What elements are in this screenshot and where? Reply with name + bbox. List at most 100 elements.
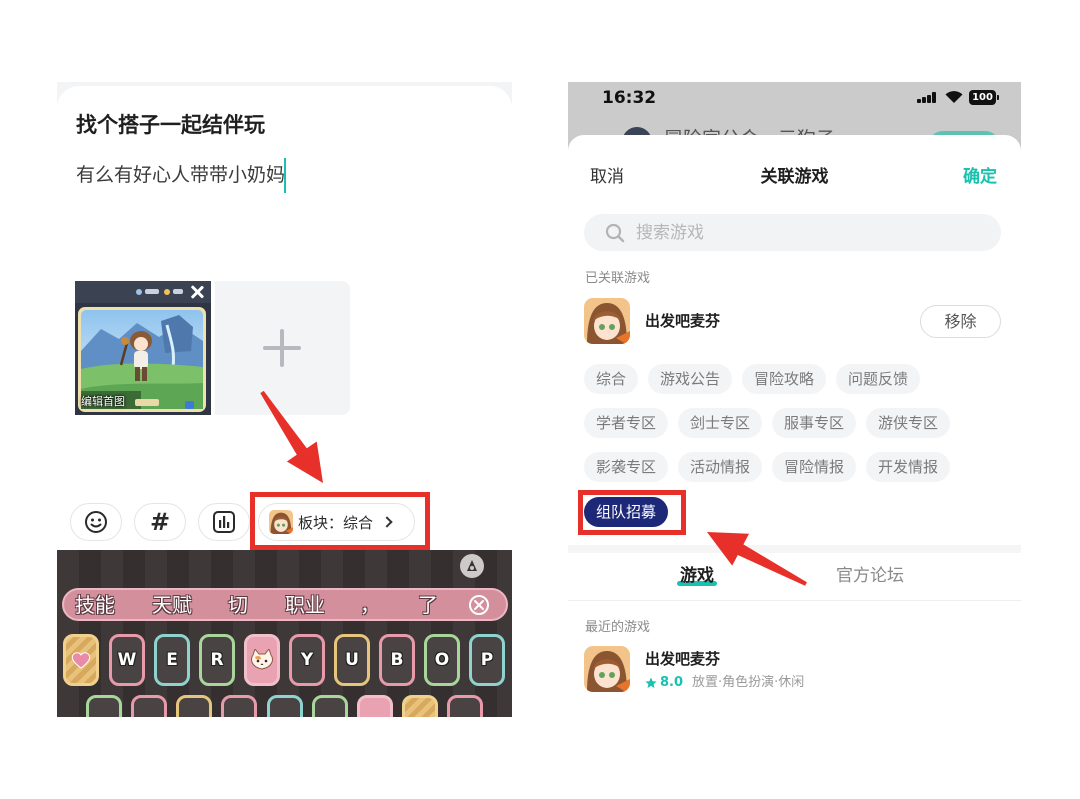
tag-chip[interactable]: 剑士专区 bbox=[678, 408, 763, 438]
key[interactable] bbox=[312, 695, 348, 717]
tag-row: 学者专区 剑士专区 服事专区 游侠专区 bbox=[584, 408, 951, 438]
add-image-tile[interactable] bbox=[215, 281, 350, 415]
key[interactable] bbox=[357, 695, 393, 717]
clear-suggestions-icon[interactable] bbox=[468, 594, 490, 616]
tag-chip[interactable]: 综合 bbox=[584, 364, 639, 394]
recent-games-label: 最近的游戏 bbox=[585, 620, 651, 635]
link-game-screen: 16:32 100 冒险家公会 - 元狗子 取消 关联游戏 确定 已关联游戏 bbox=[568, 82, 1021, 717]
post-body-field[interactable]: 有么有好心人带带小奶妈 bbox=[76, 162, 285, 188]
linked-game-name: 出发吧麦芬 bbox=[645, 312, 721, 330]
key-label: U bbox=[345, 650, 359, 670]
poll-chart-icon bbox=[213, 511, 235, 533]
wifi-icon bbox=[945, 91, 963, 103]
recent-game-meta: 8.0 放置·角色扮演·休闲 bbox=[645, 675, 804, 691]
search-icon bbox=[605, 223, 625, 243]
section-separator bbox=[568, 545, 1021, 553]
tab-official-forum[interactable]: 官方论坛 bbox=[830, 564, 910, 588]
tab-games[interactable]: 游戏 bbox=[672, 564, 722, 588]
keyboard: 技能 天赋 切 职业 ， 了 W E R Y U B O P bbox=[57, 550, 512, 717]
linked-games-label: 已关联游戏 bbox=[585, 271, 651, 286]
tag-chip[interactable]: 开发情报 bbox=[866, 452, 951, 482]
suggestion-bar: 技能 天赋 切 职业 ， 了 bbox=[62, 588, 508, 621]
key-label: P bbox=[480, 650, 494, 670]
key-w[interactable]: W bbox=[109, 634, 145, 686]
key-label: R bbox=[210, 650, 224, 670]
game-genres: 放置·角色扮演·休闲 bbox=[692, 675, 805, 690]
keyboard-theme-icon[interactable] bbox=[460, 554, 484, 578]
suggestion-item[interactable]: 了 bbox=[403, 592, 453, 618]
key-label: B bbox=[390, 650, 404, 670]
section-selector-button[interactable]: 板块：综合 bbox=[258, 503, 415, 541]
sheet-title: 关联游戏 bbox=[760, 167, 829, 187]
suggestion-item[interactable]: 职业 bbox=[280, 592, 330, 618]
link-game-sheet: 取消 关联游戏 确定 已关联游戏 出发吧麦芬 移除 综合 bbox=[568, 135, 1021, 717]
confirm-button[interactable]: 确定 bbox=[963, 165, 997, 189]
tag-chip[interactable]: 活动情报 bbox=[678, 452, 763, 482]
signal-icon bbox=[917, 92, 937, 103]
key[interactable] bbox=[176, 695, 212, 717]
key-b[interactable]: B bbox=[379, 634, 415, 686]
tag-chip[interactable]: 冒险攻略 bbox=[742, 364, 827, 394]
emoji-icon bbox=[85, 511, 107, 533]
suggestion-item[interactable]: ， bbox=[345, 592, 395, 618]
star-icon bbox=[645, 677, 657, 688]
recent-game-name[interactable]: 出发吧麦芬 bbox=[645, 649, 720, 669]
section-label: 板块：综合 bbox=[298, 513, 374, 532]
game-rating: 8.0 bbox=[660, 675, 684, 690]
tag-chip[interactable]: 影袭专区 bbox=[584, 452, 669, 482]
remove-button[interactable]: 移除 bbox=[920, 305, 1001, 338]
cat-icon bbox=[251, 649, 273, 670]
key[interactable] bbox=[267, 695, 303, 717]
tag-row: 综合 游戏公告 冒险攻略 问题反馈 bbox=[584, 364, 921, 394]
key-y[interactable]: Y bbox=[289, 634, 325, 686]
key-r[interactable]: R bbox=[199, 634, 235, 686]
search-bar[interactable] bbox=[584, 214, 1001, 251]
battery-icon: 100 bbox=[969, 90, 999, 105]
key[interactable] bbox=[131, 695, 167, 717]
tag-chip[interactable]: 学者专区 bbox=[584, 408, 669, 438]
key-label: E bbox=[166, 650, 178, 670]
divider bbox=[568, 600, 1021, 601]
key[interactable] bbox=[86, 695, 122, 717]
chevron-right-icon bbox=[381, 516, 393, 528]
game-icon[interactable] bbox=[584, 646, 630, 692]
key[interactable] bbox=[447, 695, 483, 717]
key-e[interactable]: E bbox=[154, 634, 190, 686]
tag-row: 组队招募 bbox=[584, 497, 669, 527]
key[interactable] bbox=[402, 695, 438, 717]
status-time: 16:32 bbox=[602, 88, 657, 108]
key-label: O bbox=[434, 650, 450, 670]
edit-cover-label[interactable]: 编辑首图 bbox=[81, 395, 125, 409]
key[interactable] bbox=[221, 695, 257, 717]
tag-row: 影袭专区 活动情报 冒险情报 开发情报 bbox=[584, 452, 951, 482]
close-icon[interactable] bbox=[189, 284, 205, 300]
cover-image[interactable]: 编辑首图 bbox=[75, 281, 211, 415]
search-input[interactable] bbox=[636, 214, 986, 251]
poll-button[interactable] bbox=[198, 503, 250, 541]
emoji-button[interactable] bbox=[70, 503, 122, 541]
post-editor-screen: 找个搭子一起结伴玩 有么有好心人带带小奶妈 编辑首图 # 板块：综合 技能 天赋… bbox=[57, 82, 512, 717]
text-cursor bbox=[284, 158, 286, 193]
key-label: W bbox=[117, 650, 137, 670]
suggestion-item[interactable]: 技能 bbox=[70, 592, 120, 618]
post-title-field[interactable]: 找个搭子一起结伴玩 bbox=[76, 112, 265, 138]
key-label: Y bbox=[300, 650, 314, 670]
tag-chip[interactable]: 服事专区 bbox=[772, 408, 857, 438]
tag-chip[interactable]: 组队招募 bbox=[584, 497, 669, 527]
hashtag-button[interactable]: # bbox=[134, 503, 186, 541]
suggestion-item[interactable]: 天赋 bbox=[147, 592, 197, 618]
hashtag-label: # bbox=[149, 508, 171, 536]
tag-chip[interactable]: 冒险情报 bbox=[772, 452, 857, 482]
tag-chip[interactable]: 游侠专区 bbox=[866, 408, 951, 438]
tag-chip[interactable]: 问题反馈 bbox=[836, 364, 921, 394]
key-p[interactable]: P bbox=[469, 634, 505, 686]
game-icon bbox=[584, 298, 630, 344]
key-cat[interactable] bbox=[244, 634, 280, 686]
key-heart[interactable] bbox=[63, 634, 99, 686]
key-o[interactable]: O bbox=[424, 634, 460, 686]
suggestion-item[interactable]: 切 bbox=[213, 592, 263, 618]
key-u[interactable]: U bbox=[334, 634, 370, 686]
heart-icon bbox=[71, 652, 91, 669]
game-icon bbox=[269, 510, 293, 534]
tag-chip[interactable]: 游戏公告 bbox=[648, 364, 733, 394]
